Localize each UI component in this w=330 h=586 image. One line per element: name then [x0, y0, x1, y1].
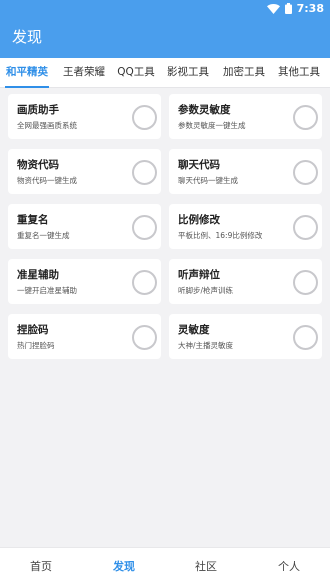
tool-card-quality-helper[interactable]: 画质助手 全网最强画质系统 — [8, 94, 161, 139]
toggle-circle[interactable] — [132, 215, 157, 240]
tool-card-sound-locate[interactable]: 听声辩位 听脚步/枪声训练 — [169, 259, 322, 304]
nav-discover[interactable]: 发现 — [94, 548, 154, 586]
toggle-circle[interactable] — [293, 105, 318, 130]
page-title: 发现 — [12, 28, 43, 46]
status-time: 7:38 — [296, 2, 324, 15]
tab-label: 王者荣耀 — [63, 66, 105, 78]
card-subtitle: 大神/主播灵敏度 — [178, 341, 234, 350]
tool-card-sensitivity[interactable]: 灵敏度 大神/主播灵敏度 — [169, 314, 322, 359]
tool-card-ratio-modify[interactable]: 比例修改 平板比例、16:9比例修改 — [169, 204, 322, 249]
app-bar: 发现 — [0, 18, 330, 58]
tab-label: 其他工具 — [278, 66, 320, 78]
card-title: 听声辩位 — [178, 269, 220, 281]
card-subtitle: 一键开启准星辅助 — [17, 286, 77, 295]
tab-qq-tools[interactable]: QQ工具 — [114, 58, 158, 88]
battery-icon — [284, 3, 292, 14]
status-icons: 7:38 — [266, 2, 324, 15]
toggle-circle[interactable] — [293, 270, 318, 295]
tab-indicator — [5, 86, 49, 88]
tab-label: 影视工具 — [167, 66, 209, 78]
card-title: 物资代码 — [17, 159, 59, 171]
nav-profile[interactable]: 个人 — [259, 548, 319, 586]
tool-card-face-code[interactable]: 捏脸码 热门捏脸码 — [8, 314, 161, 359]
card-title: 灵敏度 — [178, 324, 210, 336]
tab-label: QQ工具 — [117, 66, 155, 78]
toggle-circle[interactable] — [132, 105, 157, 130]
card-subtitle: 平板比例、16:9比例修改 — [178, 231, 263, 240]
card-title: 比例修改 — [178, 214, 220, 226]
tool-card-supply-code[interactable]: 物资代码 物资代码一键生成 — [8, 149, 161, 194]
wifi-icon — [266, 3, 280, 14]
tab-label: 加密工具 — [223, 66, 265, 78]
tool-card-sensitivity-params[interactable]: 参数灵敏度 参数灵敏度一键生成 — [169, 94, 322, 139]
card-subtitle: 听脚步/枪声训练 — [178, 286, 234, 295]
card-subtitle: 全网最强画质系统 — [17, 121, 77, 130]
tab-label: 和平精英 — [6, 66, 48, 78]
category-tabs: 和平精英 王者荣耀 QQ工具 影视工具 加密工具 其他工具 — [0, 58, 330, 88]
card-title: 参数灵敏度 — [178, 104, 231, 116]
tab-other-tools[interactable]: 其他工具 — [273, 58, 325, 88]
status-bar: 7:38 — [0, 0, 330, 18]
tab-wangzhe[interactable]: 王者荣耀 — [58, 58, 110, 88]
nav-community[interactable]: 社区 — [176, 548, 236, 586]
card-subtitle: 聊天代码一键生成 — [178, 176, 238, 185]
toggle-circle[interactable] — [132, 270, 157, 295]
card-subtitle: 物资代码一键生成 — [17, 176, 77, 185]
toggle-circle[interactable] — [293, 160, 318, 185]
toggle-circle[interactable] — [132, 160, 157, 185]
card-title: 聊天代码 — [178, 159, 220, 171]
card-subtitle: 参数灵敏度一键生成 — [178, 121, 246, 130]
card-title: 重复名 — [17, 214, 49, 226]
toggle-circle[interactable] — [293, 215, 318, 240]
card-subtitle: 热门捏脸码 — [17, 341, 55, 350]
tab-heping[interactable]: 和平精英 — [5, 58, 49, 88]
tool-card-crosshair-assist[interactable]: 准星辅助 一键开启准星辅助 — [8, 259, 161, 304]
toggle-circle[interactable] — [132, 325, 157, 350]
tab-video-tools[interactable]: 影视工具 — [162, 58, 214, 88]
nav-home[interactable]: 首页 — [11, 548, 71, 586]
card-title: 准星辅助 — [17, 269, 59, 281]
tool-card-duplicate-name[interactable]: 重复名 重复名一键生成 — [8, 204, 161, 249]
card-subtitle: 重复名一键生成 — [17, 231, 70, 240]
bottom-nav: 首页 发现 社区 个人 — [0, 547, 330, 586]
tab-encrypt-tools[interactable]: 加密工具 — [218, 58, 270, 88]
card-title: 画质助手 — [17, 104, 59, 116]
card-title: 捏脸码 — [17, 324, 49, 336]
toggle-circle[interactable] — [293, 325, 318, 350]
tool-card-chat-code[interactable]: 聊天代码 聊天代码一键生成 — [169, 149, 322, 194]
